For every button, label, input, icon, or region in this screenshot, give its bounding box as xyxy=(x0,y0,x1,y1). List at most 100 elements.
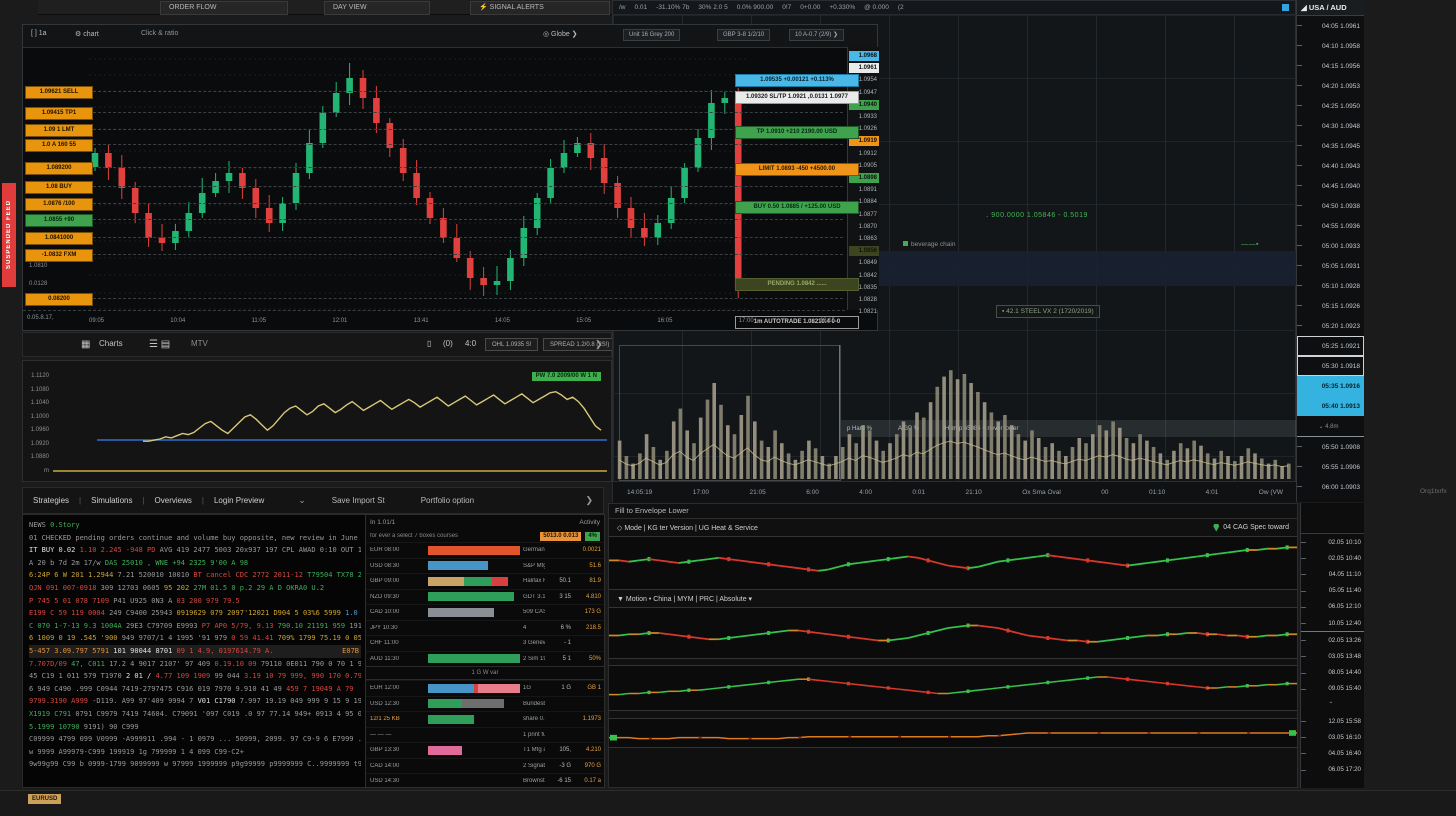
chart-tool-label[interactable]: ⚙ chart xyxy=(75,30,99,38)
table-row[interactable]: JPY 10:3046 %218.5 xyxy=(366,620,604,636)
table-row[interactable]: USD 12:30Bundesbank 1 xyxy=(366,696,604,712)
main-chart-time-axis: 09:0510:0411:0512:0113:4114:0515:0516:05… xyxy=(23,310,845,330)
dom-row[interactable]: 04:25 1.0950 xyxy=(1297,96,1364,116)
order-badge-5[interactable]: 1.08 BUY xyxy=(25,181,93,194)
tabs-chevron-down-icon[interactable]: ⌄ xyxy=(298,495,306,506)
journal-log-panel[interactable]: NEWS 0.Story01 CHECKED pending orders co… xyxy=(22,514,368,788)
dom-row[interactable]: 04:30 1.0948 xyxy=(1297,116,1364,136)
phone-icon[interactable]: ▯ xyxy=(427,339,431,348)
price-level-badge-0[interactable]: 1.09535 +0.00121 +0.113% xyxy=(735,74,859,87)
dom-row[interactable]: 04:15 1.0956 xyxy=(1297,56,1364,76)
dom-row[interactable]: 04:10 1.0958 xyxy=(1297,36,1364,56)
header-chip-1[interactable]: Unit 16 Grey 200 xyxy=(623,29,680,41)
table-row[interactable]: CAD 10:00509 CAS █ IPPI173 G xyxy=(366,604,604,620)
row-event-text: 2 Signature 261 G xyxy=(520,763,545,769)
row-meter xyxy=(428,730,520,739)
equity-plot-area[interactable]: PW 7.0 2009/00 W 1 N xyxy=(51,365,607,477)
grid-view-icon[interactable]: ▦ xyxy=(81,339,90,350)
spread-chip[interactable]: SPREAD 1.2/0.8 (2S!) xyxy=(543,338,616,351)
header-chip-3[interactable]: 10 A-0.7 (2/9) ❯ xyxy=(789,29,844,41)
dom-row[interactable]: 04:40 1.0943 xyxy=(1297,156,1364,176)
table-row[interactable]: EUR 08:00German Factory Orders0.0021 xyxy=(366,542,604,558)
dom-row[interactable]: 05:05 1.0931 xyxy=(1297,256,1364,276)
table-row[interactable]: — — —1 print fund vote xyxy=(366,727,604,743)
tabs-chevron-right-icon[interactable]: ❯ xyxy=(585,495,593,506)
order-badge-3[interactable]: 1.0 A 160 55 xyxy=(25,139,93,152)
table-row[interactable]: CHF 11:003 Geneva Svc 11 G- 1 xyxy=(366,635,604,651)
candlestick-plot-area[interactable]: 1.09621 SELL 1.09415 TP1 1.09 1 LMT 1.0 A 1… xyxy=(23,47,845,310)
dom-row[interactable]: 06:00 1.0903 xyxy=(1297,477,1364,497)
dom-row[interactable]: 05:30 1.0918 xyxy=(1297,356,1364,376)
tab-simulations[interactable]: Simulations xyxy=(91,496,132,505)
dom-row[interactable]: 04:45 1.0940 xyxy=(1297,176,1364,196)
dom-row[interactable]: 04:05 1.0961 xyxy=(1297,16,1364,36)
tab-strategies[interactable]: Strategies xyxy=(33,496,69,505)
link-icon[interactable] xyxy=(1282,4,1289,11)
dom-row[interactable]: 05:50 1.0908 xyxy=(1297,436,1364,457)
dom-row[interactable]: ⌄ 4.8m xyxy=(1297,416,1364,436)
toolbar-button-2[interactable]: ⚡ SIGNAL ALERTS xyxy=(470,1,610,15)
table-row[interactable]: GBP 13:30T1 Mfg and G105,4.210 xyxy=(366,742,604,758)
symbol-badge[interactable]: EURUSD xyxy=(28,794,61,804)
order-badge-1[interactable]: 1.09415 TP1 xyxy=(25,107,93,120)
toolbar-button-1[interactable]: DAY VIEW xyxy=(324,1,430,15)
table-row[interactable]: USD 08:30S&P Mfg PMI 3 1 151.6 xyxy=(366,558,604,574)
meter-segment xyxy=(478,684,520,693)
table-row[interactable]: NZD 09:30GDT 3.15 W O W3 154.810 xyxy=(366,589,604,605)
row-label: CHF 11:00 xyxy=(366,640,428,646)
dom-row[interactable]: 05:25 1.0921 xyxy=(1297,336,1364,356)
tab-login-preview[interactable]: Login Preview xyxy=(214,496,264,505)
dom-row[interactable]: 05:15 1.0926 xyxy=(1297,296,1364,316)
dom-row[interactable]: 05:40 1.0913 xyxy=(1297,396,1364,416)
price-level-badge-5[interactable]: PENDING 1.0842 ...... xyxy=(735,278,859,291)
table-row[interactable]: CAD 14:002 Signature 261 G-3 G970 G xyxy=(366,758,604,774)
header-chip-2[interactable]: GBP 3-8 1/2/10 xyxy=(717,29,770,41)
charts-label[interactable]: Charts xyxy=(99,339,123,348)
tab-overviews[interactable]: Overviews xyxy=(155,496,192,505)
dom-row[interactable]: 04:55 1.0936 xyxy=(1297,216,1364,236)
table-row[interactable]: AUD 11:302 Sim 19000 G 05 150% xyxy=(366,651,604,667)
ohl-chip[interactable]: OHL 1.0935 S! xyxy=(485,338,538,351)
table-row[interactable]: USD 14:30Brownstates 003-6 150.17 a xyxy=(366,773,604,788)
globe-button[interactable]: ◎ Globe ❯ xyxy=(543,30,578,38)
tab-action-0[interactable]: Save Import St xyxy=(332,496,385,505)
table-row[interactable]: GBP 09:00Halifax HPI A 950.181.9 xyxy=(366,573,604,589)
meter-segment xyxy=(428,654,520,663)
order-badge-9[interactable]: -1.0832 FXM xyxy=(25,249,93,262)
strip2-label[interactable]: ▼ Motion • China | MYM | PRC | Absolute … xyxy=(617,595,752,603)
dom-row[interactable]: 05:20 1.0923 xyxy=(1297,316,1364,336)
dom-row[interactable]: 05:10 1.0928 xyxy=(1297,276,1364,296)
dom-row[interactable]: 05:00 1.0933 xyxy=(1297,236,1364,256)
dom-row[interactable]: 04:20 1.0953 xyxy=(1297,76,1364,96)
table-row[interactable]: 12/1 25 KBshare 0.1°1.1973 xyxy=(366,711,604,727)
table-row[interactable]: EUR 12:001G1 GGB 1 xyxy=(366,680,604,696)
order-badge-6[interactable]: 1.0876 /100 xyxy=(25,198,93,211)
dom-row[interactable]: 04:35 1.0945 xyxy=(1297,136,1364,156)
row-event-text: share 0.1° xyxy=(520,716,545,722)
dom-row[interactable]: 05:35 1.0916 xyxy=(1297,376,1364,396)
price-level-badge-1[interactable]: 1.09320 SL/TP 1.0921 ,0.0131 1.0977 xyxy=(735,91,859,104)
order-badge-7[interactable]: 1.0855 +90 xyxy=(25,214,93,227)
order-badge-10[interactable]: 0.08200 xyxy=(25,293,93,306)
order-badge-0[interactable]: 1.09621 SELL xyxy=(25,86,93,99)
toolbar-next-chevron[interactable]: ❯ xyxy=(595,339,603,350)
suspended-feed-ribbon[interactable]: SUSPENDED FEED xyxy=(2,183,16,287)
list-view-icon[interactable]: ☰ ▤ xyxy=(149,339,170,350)
price-axis-label: 1.0849 xyxy=(849,258,879,268)
price-level-badge-2[interactable]: TP 1.0910 +210 2190.00 USD xyxy=(735,126,859,139)
price-level-badge-4[interactable]: BUY 0.50 1.0885 / +125.00 USD xyxy=(735,201,859,214)
dom-row[interactable]: 04:50 1.0938 xyxy=(1297,196,1364,216)
main-time-label-4: 13:41 xyxy=(414,318,429,324)
timeframe-tag[interactable]: [ ] 1a xyxy=(31,30,47,37)
toolbar-button-0[interactable]: ORDER FLOW xyxy=(160,1,288,15)
order-badge-4[interactable]: 1.089200 xyxy=(25,162,93,175)
dom-row[interactable]: 05:55 1.0906 xyxy=(1297,457,1364,477)
price-level-badge-3[interactable]: LIMIT 1.0893 -450 +4500.00 xyxy=(735,163,859,176)
order-badge-2[interactable]: 1.09 1 LMT xyxy=(25,124,93,137)
order-badge-8[interactable]: 1.0841000 xyxy=(25,232,93,245)
row-event-text: GDT 3.15 W O W xyxy=(520,594,545,600)
log-segment: 09 1 4.9, 0197614.79 A. xyxy=(177,647,274,655)
tab-action-1[interactable]: Portfolio option xyxy=(421,496,474,505)
strip1-label[interactable]: ◇ Mode | KG ter Version | UG Heat & Serv… xyxy=(617,524,758,532)
signal-counter: 4:0 xyxy=(465,339,476,348)
